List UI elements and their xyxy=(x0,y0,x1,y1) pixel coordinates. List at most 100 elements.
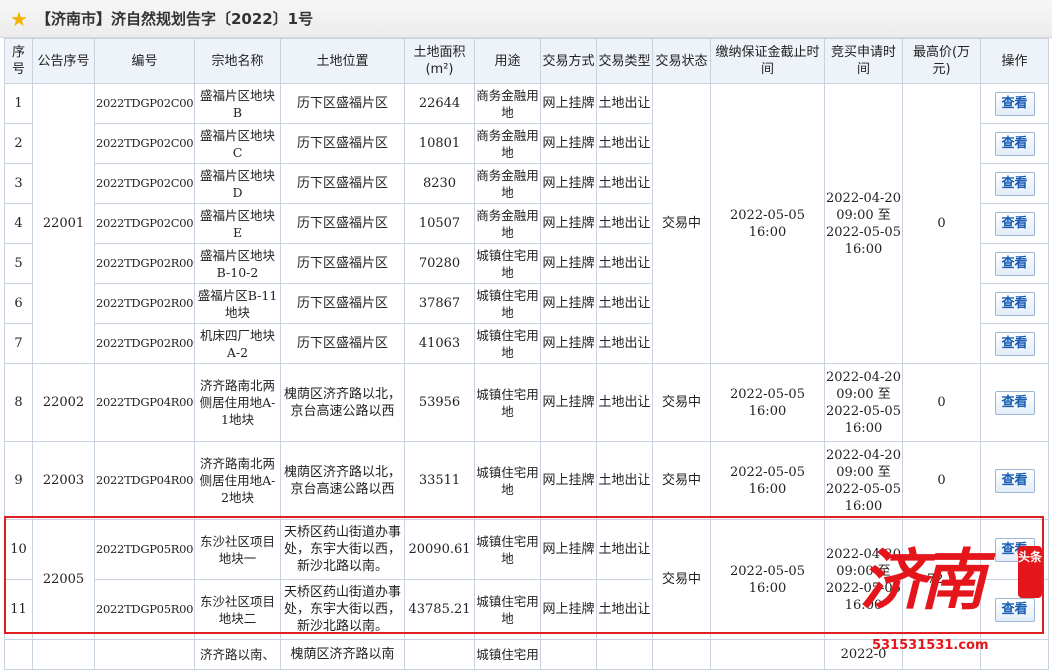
col-header: 交易状态 xyxy=(652,38,711,84)
col-header: 操作 xyxy=(980,38,1049,84)
deposit-deadline: 2022-05-05 16:00 xyxy=(710,363,825,442)
trade-type xyxy=(596,639,653,670)
parcel-area: 8230 xyxy=(404,163,475,204)
land-use: 城镇住宅用地 xyxy=(474,363,541,442)
parcel-location: 历下区盛福片区 xyxy=(280,123,405,164)
trade-type: 土地出让 xyxy=(596,323,653,364)
trade-type: 土地出让 xyxy=(596,243,653,284)
parcel-area: 41063 xyxy=(404,323,475,364)
col-header: 宗地名称 xyxy=(194,38,281,84)
parcel-code: 2022TDGP04R0008 xyxy=(94,363,195,442)
max-price: 0 xyxy=(902,363,981,442)
action-cell: 查看 xyxy=(980,323,1049,364)
land-use: 商务金融用地 xyxy=(474,203,541,244)
action-cell: 查看 xyxy=(980,123,1049,164)
col-header: 最高价(万元) xyxy=(902,38,981,84)
page-title: 【济南市】济自然规划告字〔2022〕1号 xyxy=(35,10,314,28)
trade-type: 土地出让 xyxy=(596,163,653,204)
trade-status: 交易中 xyxy=(652,519,711,640)
col-header: 土地面积(m²) xyxy=(404,38,475,84)
row-number: 7 xyxy=(4,323,33,364)
parcel-location: 天桥区药山街道办事处，东宇大街以西，新沙北路以南。 xyxy=(280,579,405,640)
apply-time: 2022-04-20 09:00 至 2022-05-05 16:00 xyxy=(824,363,903,442)
watermark-url: 531531531.com xyxy=(872,638,989,653)
action-cell: 查看 xyxy=(980,243,1049,284)
land-use: 城镇住宅用地 xyxy=(474,519,541,580)
view-button[interactable]: 查看 xyxy=(994,468,1035,493)
view-button[interactable]: 查看 xyxy=(994,291,1035,316)
parcel-name: 盛福片区地块B xyxy=(194,83,281,124)
parcel-area xyxy=(404,639,475,670)
parcel-area: 43785.21 xyxy=(404,579,475,640)
parcel-location: 历下区盛福片区 xyxy=(280,163,405,204)
trade-status xyxy=(652,639,711,670)
trade-method: 网上挂牌 xyxy=(540,163,597,204)
trade-method: 网上挂牌 xyxy=(540,441,597,520)
col-header: 公告序号 xyxy=(32,38,95,84)
row-number: 1 xyxy=(4,83,33,124)
land-use: 城镇住宅用地 xyxy=(474,243,541,284)
parcel-location: 槐荫区济齐路以北，京台高速公路以西 xyxy=(280,441,405,520)
view-button[interactable]: 查看 xyxy=(994,171,1035,196)
land-use: 城镇住宅用地 xyxy=(474,323,541,364)
trade-method: 网上挂牌 xyxy=(540,519,597,580)
parcel-location: 历下区盛福片区 xyxy=(280,283,405,324)
land-use: 商务金融用地 xyxy=(474,163,541,204)
col-header: 竞买申请时间 xyxy=(824,38,903,84)
table-header-row: 序号 公告序号 编号 宗地名称 土地位置 土地面积(m²) 用途 交易方式 交易… xyxy=(4,38,1049,84)
trade-method: 网上挂牌 xyxy=(540,203,597,244)
parcel-name: 东沙社区项目地块一 xyxy=(194,519,281,580)
trade-type: 土地出让 xyxy=(596,363,653,442)
view-button[interactable]: 查看 xyxy=(994,251,1035,276)
view-button[interactable]: 查看 xyxy=(994,131,1035,156)
parcel-location: 槐荫区济齐路以南 xyxy=(280,639,405,670)
trade-method: 网上挂牌 xyxy=(540,243,597,284)
row-number: 11 xyxy=(4,579,33,640)
action-cell: 查看 xyxy=(980,83,1049,124)
col-header: 缴纳保证金截止时间 xyxy=(710,38,825,84)
parcel-name: 机床四厂地块A-2 xyxy=(194,323,281,364)
trade-type: 土地出让 xyxy=(596,519,653,580)
parcel-name: 盛福片区地块E xyxy=(194,203,281,244)
view-button[interactable]: 查看 xyxy=(994,211,1035,236)
star-icon[interactable]: ★ xyxy=(10,9,28,29)
parcel-area: 37867 xyxy=(404,283,475,324)
apply-time: 2022-04-20 09:00 至 2022-05-05 16:00 xyxy=(824,441,903,520)
view-button[interactable]: 查看 xyxy=(994,331,1035,356)
trade-type: 土地出让 xyxy=(596,203,653,244)
col-header: 交易类型 xyxy=(596,38,653,84)
table-row: 9 22003 2022TDGP04R0009 济齐路南北两侧居住用地A-2地块… xyxy=(4,441,1049,520)
table-row: 8 22002 2022TDGP04R0008 济齐路南北两侧居住用地A-1地块… xyxy=(4,363,1049,442)
parcel-area: 53956 xyxy=(404,363,475,442)
deposit-deadline xyxy=(710,639,825,670)
max-price: 0 xyxy=(902,441,981,520)
parcel-location: 历下区盛福片区 xyxy=(280,203,405,244)
parcel-location: 槐荫区济齐路以北，京台高速公路以西 xyxy=(280,363,405,442)
parcel-name: 盛福片区B-11地块 xyxy=(194,283,281,324)
parcel-area: 10507 xyxy=(404,203,475,244)
land-use: 商务金融用地 xyxy=(474,83,541,124)
notice-number: 22003 xyxy=(32,441,95,520)
deposit-deadline: 2022-05-05 16:00 xyxy=(710,83,825,364)
row-number: 3 xyxy=(4,163,33,204)
trade-status: 交易中 xyxy=(652,83,711,364)
parcel-name: 济齐路南北两侧居住用地A-2地块 xyxy=(194,441,281,520)
parcel-area: 22644 xyxy=(404,83,475,124)
watermark-brand: 济南 xyxy=(860,541,986,619)
trade-method: 网上挂牌 xyxy=(540,363,597,442)
col-header: 序号 xyxy=(4,38,33,84)
parcel-name: 济齐路南北两侧居住用地A-1地块 xyxy=(194,363,281,442)
parcel-area: 10801 xyxy=(404,123,475,164)
parcel-name: 盛福片区地块B-10-2 xyxy=(194,243,281,284)
action-cell: 查看 xyxy=(980,163,1049,204)
notice-number: 22001 xyxy=(32,83,95,364)
trade-method: 网上挂牌 xyxy=(540,579,597,640)
row-number: 9 xyxy=(4,441,33,520)
view-button[interactable]: 查看 xyxy=(994,390,1035,415)
trade-method: 网上挂牌 xyxy=(540,283,597,324)
parcel-code xyxy=(94,639,195,670)
row-number: 5 xyxy=(4,243,33,284)
parcel-area: 20090.61 xyxy=(404,519,475,580)
notice-number: 22002 xyxy=(32,363,95,442)
view-button[interactable]: 查看 xyxy=(994,91,1035,116)
